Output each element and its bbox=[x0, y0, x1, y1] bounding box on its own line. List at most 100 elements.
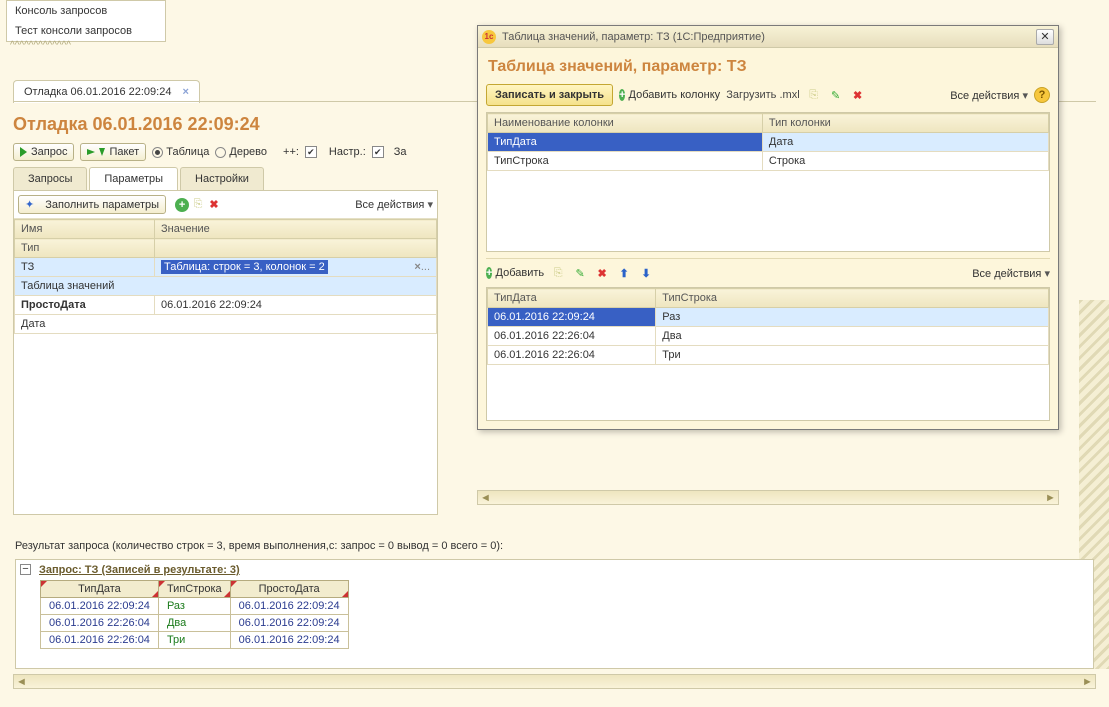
result-summary: Результат запроса (количество строк = 3,… bbox=[15, 540, 503, 552]
param-value: 06.01.2016 22:09:24 bbox=[155, 296, 437, 315]
data-row[interactable]: 06.01.2016 22:09:24Раз bbox=[488, 308, 1049, 327]
play-icon bbox=[20, 147, 27, 157]
result-col[interactable]: ТипСтрока bbox=[158, 581, 230, 598]
copy-icon[interactable]: ⎘ bbox=[190, 197, 206, 213]
radio-tree-label: Дерево bbox=[229, 146, 267, 158]
data-header-1[interactable]: ТипДата bbox=[488, 289, 656, 308]
add-row-label: Добавить bbox=[496, 267, 545, 279]
scroll-left-icon[interactable]: ◄ bbox=[14, 675, 29, 688]
tab-queries[interactable]: Запросы bbox=[13, 167, 87, 190]
fill-params-button[interactable]: ✦ Заполнить параметры bbox=[18, 195, 166, 214]
copy-icon[interactable]: ⎘ bbox=[806, 87, 822, 103]
data-table-box: ТипДатаТипСтрока 06.01.2016 22:09:24Раз … bbox=[486, 287, 1050, 421]
copy-icon[interactable]: ⎘ bbox=[550, 265, 566, 281]
value-clear-button[interactable]: × bbox=[414, 261, 420, 273]
data-toolbar: + Добавить ⎘ ✎ ✖ ⬆ ⬇ Все действия ▾ bbox=[486, 265, 1050, 281]
app-logo-icon: 1c bbox=[482, 30, 496, 44]
close-tab-icon[interactable]: × bbox=[183, 86, 189, 98]
param-type: Таблица значений bbox=[15, 277, 437, 296]
param-row[interactable]: ТЗ Таблица: строк = 3, колонок = 2 ... × bbox=[15, 258, 437, 277]
scroll-right-icon[interactable]: ► bbox=[1043, 491, 1058, 504]
move-up-icon[interactable]: ⬆ bbox=[616, 265, 632, 281]
add-column-label: Добавить колонку bbox=[629, 89, 721, 101]
delete-icon[interactable]: ✖ bbox=[594, 265, 610, 281]
result-table[interactable]: ТипДата ТипСтрока ПростоДата 06.01.2016 … bbox=[40, 580, 349, 649]
add-icon[interactable]: + bbox=[174, 197, 190, 213]
dialog-titlebar[interactable]: 1c Таблица значений, параметр: ТЗ (1С:Пр… bbox=[478, 26, 1058, 48]
menu-item-console[interactable]: Консоль запросов bbox=[7, 1, 165, 21]
all-actions-link[interactable]: Все действия ▾ bbox=[950, 89, 1028, 102]
cols-row[interactable]: ТипСтрокаСтрока bbox=[488, 152, 1049, 171]
settings-label: Настр.: bbox=[329, 146, 366, 158]
tab-settings[interactable]: Настройки bbox=[180, 167, 264, 190]
param-row[interactable]: ПростоДата 06.01.2016 22:09:24 bbox=[15, 296, 437, 315]
value-table-dialog: 1c Таблица значений, параметр: ТЗ (1С:Пр… bbox=[477, 25, 1059, 430]
result-col[interactable]: ТипДата bbox=[41, 581, 159, 598]
params-panel: ✦ Заполнить параметры + ⎘ ✖ Все действия… bbox=[13, 190, 438, 515]
delete-icon[interactable]: ✖ bbox=[850, 87, 866, 103]
scroll-right-icon[interactable]: ► bbox=[1080, 675, 1095, 688]
load-mxl-button[interactable]: Загрузить .mxl bbox=[726, 89, 799, 101]
add-row-button[interactable]: + Добавить bbox=[486, 266, 544, 280]
settings-check[interactable] bbox=[372, 146, 384, 158]
param-name: ТЗ bbox=[15, 258, 155, 277]
help-icon[interactable]: ? bbox=[1034, 87, 1050, 103]
radio-tree[interactable]: Дерево bbox=[215, 146, 267, 158]
col-name[interactable]: Имя bbox=[15, 220, 155, 239]
result-query-header: Запрос: ТЗ (Записей в результате: 3) bbox=[35, 560, 244, 580]
cols-row[interactable]: ТипДатаДата bbox=[488, 133, 1049, 152]
data-row[interactable]: 06.01.2016 22:26:04Два bbox=[488, 327, 1049, 346]
radio-table[interactable]: Таблица bbox=[152, 146, 209, 158]
file-tab-bar: Отладка 06.01.2016 22:09:24 × bbox=[13, 80, 200, 103]
param-value: Таблица: строк = 3, колонок = 2 bbox=[161, 260, 328, 274]
edit-icon[interactable]: ✎ bbox=[828, 87, 844, 103]
hatching-deco: ^^^^^^^^^^^^^ bbox=[10, 40, 71, 51]
run-packet-button[interactable]: Пакет bbox=[80, 143, 146, 161]
params-grid[interactable]: ИмяЗначение Тип ТЗ Таблица: строк = 3, к… bbox=[14, 219, 437, 334]
cols-header-type[interactable]: Тип колонки bbox=[762, 114, 1048, 133]
col-type[interactable]: Тип bbox=[15, 239, 155, 258]
play-icon bbox=[87, 149, 95, 155]
file-tab[interactable]: Отладка 06.01.2016 22:09:24 × bbox=[13, 80, 200, 103]
all-actions-link[interactable]: Все действия ▾ bbox=[355, 198, 433, 211]
param-name: ПростоДата bbox=[15, 296, 155, 315]
result-row[interactable]: 06.01.2016 22:09:24Раз06.01.2016 22:09:2… bbox=[41, 598, 349, 615]
dialog-close-button[interactable]: ✕ bbox=[1036, 29, 1054, 45]
plusplus-check[interactable] bbox=[305, 146, 317, 158]
play-down-icon bbox=[99, 148, 105, 156]
all-actions-label: Все действия bbox=[950, 90, 1019, 102]
all-actions-link[interactable]: Все действия ▾ bbox=[972, 267, 1050, 280]
scroll-left-icon[interactable]: ◄ bbox=[478, 491, 493, 504]
tab-params[interactable]: Параметры bbox=[89, 167, 178, 190]
plusplus-label: ++: bbox=[283, 146, 299, 158]
data-table[interactable]: ТипДатаТипСтрока 06.01.2016 22:09:24Раз … bbox=[487, 288, 1049, 365]
result-col[interactable]: ПростоДата bbox=[230, 581, 348, 598]
horizontal-scrollbar[interactable]: ◄ ► bbox=[477, 490, 1059, 505]
fill-params-label: Заполнить параметры bbox=[45, 199, 159, 211]
result-area: − Запрос: ТЗ (Записей в результате: 3) Т… bbox=[15, 559, 1094, 669]
delete-icon[interactable]: ✖ bbox=[206, 197, 222, 213]
radio-table-label: Таблица bbox=[166, 146, 209, 158]
run-query-button[interactable]: Запрос bbox=[13, 143, 74, 161]
add-column-button[interactable]: + Добавить колонку bbox=[619, 88, 720, 102]
data-row[interactable]: 06.01.2016 22:26:04Три bbox=[488, 346, 1049, 365]
data-header-2[interactable]: ТипСтрока bbox=[656, 289, 1049, 308]
plus-icon: + bbox=[619, 89, 625, 101]
file-tab-label: Отладка 06.01.2016 22:09:24 bbox=[24, 86, 171, 98]
move-down-icon[interactable]: ⬇ bbox=[638, 265, 654, 281]
edit-icon[interactable]: ✎ bbox=[572, 265, 588, 281]
menu-item-test[interactable]: Тест консоли запросов bbox=[7, 21, 165, 41]
columns-table[interactable]: Наименование колонкиТип колонки ТипДатаД… bbox=[487, 113, 1049, 171]
context-menu: Консоль запросов Тест консоли запросов bbox=[6, 0, 166, 42]
col-value[interactable]: Значение bbox=[155, 220, 437, 239]
collapse-toggle[interactable]: − bbox=[20, 564, 31, 575]
cols-header-name[interactable]: Наименование колонки bbox=[488, 114, 763, 133]
result-row[interactable]: 06.01.2016 22:26:04Три06.01.2016 22:09:2… bbox=[41, 632, 349, 649]
run-packet-label: Пакет bbox=[109, 146, 139, 158]
run-query-label: Запрос bbox=[31, 146, 67, 158]
all-actions-label: Все действия bbox=[972, 268, 1041, 280]
result-row[interactable]: 06.01.2016 22:26:04Два06.01.2016 22:09:2… bbox=[41, 615, 349, 632]
value-edit-button[interactable]: ... bbox=[421, 261, 430, 273]
save-close-button[interactable]: Записать и закрыть bbox=[486, 84, 613, 106]
horizontal-scrollbar[interactable]: ◄ ► bbox=[13, 674, 1096, 689]
